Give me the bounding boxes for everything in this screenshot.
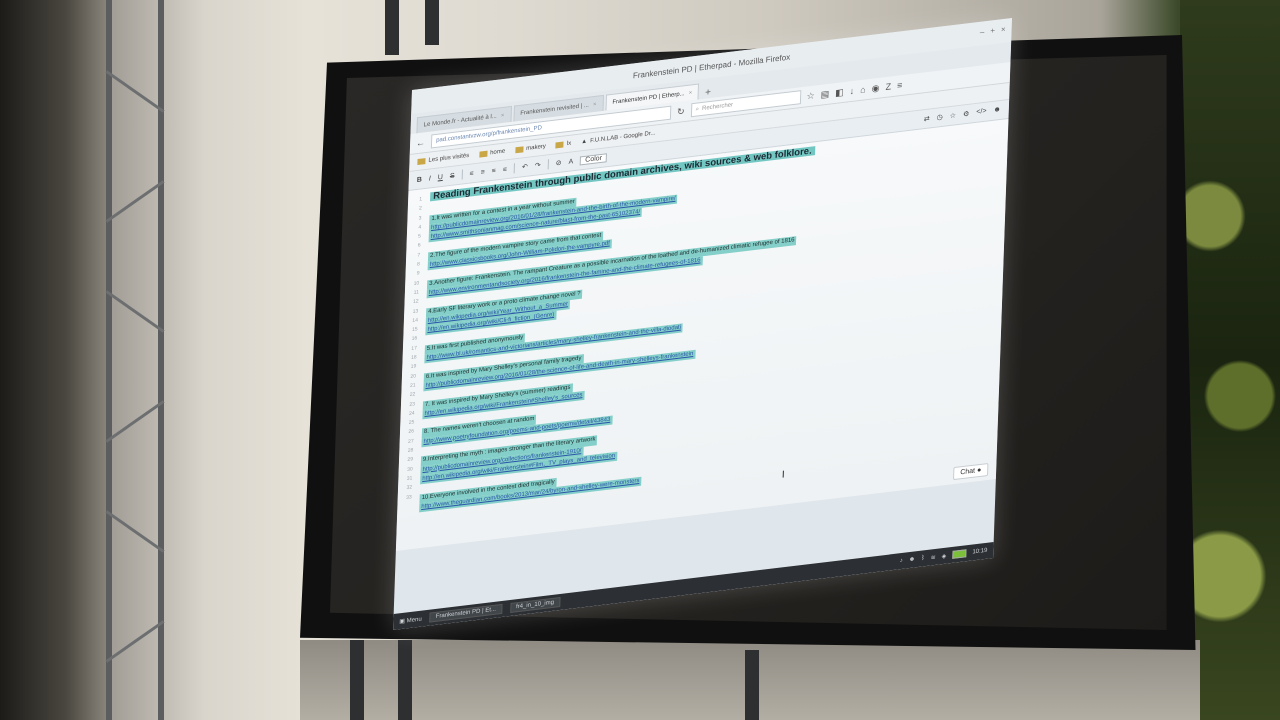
screen-stand [425, 0, 439, 45]
timeslider-icon[interactable]: ◷ [937, 113, 943, 122]
back-icon[interactable]: ← [416, 137, 425, 148]
text-cursor-icon: I [781, 469, 785, 481]
screen-stand [385, 0, 399, 55]
toolbar-divider [547, 159, 549, 170]
folder-icon [479, 150, 488, 158]
bookmark-makery[interactable]: makery [515, 144, 546, 154]
new-tab-button[interactable]: + [701, 86, 715, 99]
close-button[interactable]: × [1001, 25, 1006, 35]
toolbar-divider [513, 163, 516, 174]
window-controls: – + × [980, 25, 1006, 37]
line-number: 33 [406, 493, 412, 501]
bookmark-label: F.U.N.LAB - Google Dr... [590, 130, 656, 145]
star-icon[interactable]: ☆ [806, 90, 814, 102]
pocket-icon[interactable]: ◧ [835, 86, 844, 98]
italic-button[interactable]: I [429, 175, 431, 182]
left-wall [0, 0, 110, 720]
bookmark-most-visited[interactable]: Les plus visités [417, 152, 470, 166]
color-select[interactable]: Color [580, 152, 608, 165]
bookmark-label: home [490, 148, 506, 157]
close-tab-icon[interactable]: × [501, 112, 505, 118]
bookmark-label: Les plus visités [428, 152, 470, 164]
menu-icon: ▣ [399, 618, 406, 625]
pad-content[interactable]: Reading Frankenstein through public doma… [410, 119, 1009, 549]
battery-icon[interactable] [952, 549, 967, 559]
strikethrough-button[interactable]: S [450, 172, 455, 180]
settings-icon[interactable]: ⚙ [963, 110, 970, 119]
window-with-plants [1180, 0, 1280, 720]
minimize-button[interactable]: – [980, 27, 985, 37]
maximize-button[interactable]: + [990, 26, 995, 36]
undo-button[interactable]: ↶ [522, 163, 528, 172]
underline-button[interactable]: U [438, 173, 443, 181]
ordered-list-button[interactable]: ≡ [469, 170, 473, 177]
font-size-button[interactable]: A [568, 158, 573, 166]
search-placeholder: Rechercher [701, 102, 734, 112]
outdent-button[interactable]: ≡ [503, 166, 507, 173]
clock: 10:19 [972, 547, 988, 556]
volume-icon[interactable]: ♪ [900, 558, 903, 564]
wifi-icon[interactable]: ≋ [931, 553, 936, 561]
indent-button[interactable]: ≡ [492, 167, 496, 174]
bluetooth-icon[interactable]: ᛒ [921, 555, 925, 561]
menu-label: Menu [406, 616, 422, 624]
embed-icon[interactable]: </> [976, 108, 986, 117]
screen-stand [350, 640, 364, 720]
chat-label: Chat [960, 467, 976, 477]
menu-icon[interactable]: ≡ [897, 80, 903, 91]
screen-stand [398, 640, 412, 720]
folder-icon [555, 141, 564, 149]
taskbar-item-folder[interactable]: fr4_in_10_img [509, 597, 561, 614]
shield-icon[interactable]: ◈ [942, 552, 947, 560]
home-icon[interactable]: ⌂ [860, 84, 866, 95]
user-icon[interactable]: ☻ [909, 556, 916, 563]
redo-button[interactable]: ↷ [535, 161, 541, 170]
toolbar-divider [461, 169, 463, 180]
close-tab-icon[interactable]: × [689, 90, 693, 96]
bookmark-lx[interactable]: lx [555, 140, 572, 149]
folder-icon [417, 158, 426, 166]
metal-truss [100, 0, 170, 720]
search-icon: ⌕ [695, 105, 700, 113]
user-icon[interactable]: ☻ [993, 106, 1001, 115]
drive-icon: ▲ [581, 138, 588, 146]
screen-stand [745, 650, 759, 720]
chat-bubble-icon: ● [976, 466, 982, 475]
reload-icon[interactable]: ↻ [677, 106, 685, 118]
close-tab-icon[interactable]: × [593, 101, 597, 107]
chat-bubble-icon[interactable]: ◉ [872, 82, 880, 94]
bookmark-label: makery [526, 143, 546, 152]
zotero-icon[interactable]: Z [885, 81, 891, 92]
bookmark-label: lx [566, 140, 572, 148]
folder-icon [515, 146, 524, 154]
star-icon[interactable]: ☆ [950, 111, 957, 120]
pad-editor[interactable]: 1 2 3 4 5 6 7 8 9 10 11 12 13 14 15 16 17 18 19 20 21 22 23 24 2… [395, 119, 1009, 551]
unordered-list-button[interactable]: ≡ [481, 168, 485, 175]
projected-browser-window: Frankenstein PD | Etherpad - Mozilla Fir… [393, 18, 1013, 630]
download-icon[interactable]: ↓ [850, 86, 855, 97]
bookmark-home[interactable]: home [479, 149, 505, 158]
clear-authorship-button[interactable]: ⊘ [556, 159, 562, 168]
bold-button[interactable]: B [417, 176, 422, 184]
reading-list-icon[interactable]: ▤ [821, 88, 830, 100]
import-export-icon[interactable]: ⇄ [924, 115, 930, 124]
start-menu-button[interactable]: ▣ Menu [399, 615, 422, 625]
